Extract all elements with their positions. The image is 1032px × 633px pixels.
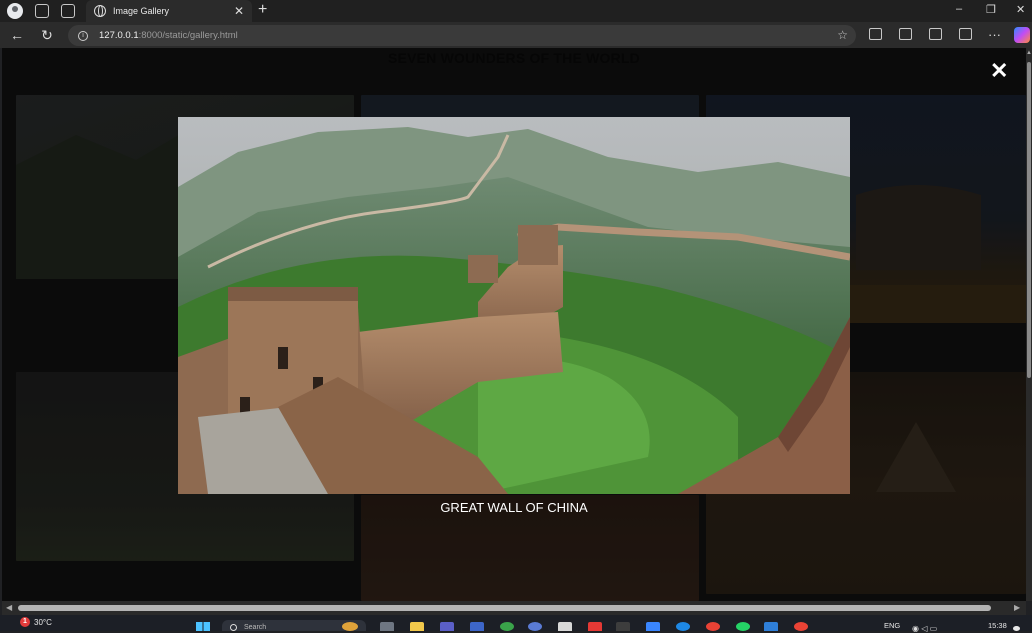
url-path: :8000/static/gallery.html [138,30,238,41]
windows-taskbar [0,615,1032,631]
extensions-icon[interactable] [959,28,972,40]
site-info-icon[interactable]: i [78,30,88,41]
file-explorer-icon[interactable] [410,622,424,631]
globe-icon [94,5,106,17]
scroll-up-arrow-icon[interactable]: ▲ [1026,50,1032,56]
favorite-star-icon[interactable]: ☆ [837,28,848,42]
share-icon[interactable] [929,28,942,40]
search-icon [230,624,237,631]
windows-start-icon[interactable] [196,622,210,631]
scroll-right-arrow-icon[interactable]: ▶ [1014,603,1020,612]
refresh-app-icon[interactable] [500,622,514,631]
tab-title: Image Gallery [113,6,170,16]
profile-avatar-icon[interactable] [7,3,23,19]
weather-alert-badge: 1 [20,617,30,627]
modal-close-button[interactable]: ✕ [990,60,1008,82]
terminal-icon[interactable] [616,622,630,631]
system-tray-icons[interactable]: ◉ ◁ ▭ [912,624,937,633]
whatsapp-icon[interactable] [736,622,750,631]
edge-icon[interactable] [676,622,690,631]
copilot-icon[interactable] [1014,27,1030,43]
youtube-icon[interactable] [588,622,602,631]
modal-image [178,117,850,494]
task-view-icon[interactable] [380,622,394,631]
chrome-icon[interactable] [706,622,720,631]
teams-icon[interactable] [440,622,454,631]
temperature: 30°C [34,617,52,627]
modal-caption: GREAT WALL OF CHINA [440,500,588,515]
address-bar[interactable]: i 127.0.0.1:8000/static/gallery.html ☆ [68,25,856,46]
tab-image-gallery[interactable]: Image Gallery ✕ [86,0,252,22]
teams-work-icon[interactable] [470,622,484,631]
more-menu-icon[interactable]: ··· [988,27,1001,42]
restore-button[interactable]: ❐ [986,3,996,16]
notification-icon[interactable] [1013,626,1020,631]
url-host: 127.0.0.1 [99,30,139,41]
refresh-icon[interactable]: ↻ [38,27,56,44]
clock[interactable]: 15:38 [988,621,1007,630]
weather-widget[interactable]: 1 30°C [20,617,52,627]
horizontal-scroll-thumb[interactable] [18,605,991,611]
tab-actions-icon[interactable] [61,4,75,18]
split-screen-icon[interactable] [899,28,912,40]
minimize-button[interactable]: – [956,3,962,15]
app-icon[interactable] [528,622,542,631]
vscode-blue-icon[interactable] [646,622,660,631]
window-close-button[interactable]: ✕ [1016,3,1025,16]
language-indicator[interactable]: ENG [884,621,900,630]
tab-close-icon[interactable]: ✕ [234,5,244,17]
favorites-icon[interactable] [869,28,882,40]
vscode-icon[interactable] [764,622,778,631]
scroll-left-arrow-icon[interactable]: ◀ [6,603,12,612]
chrome-profile-icon[interactable] [794,622,808,631]
bing-icon[interactable] [342,622,358,631]
page-viewport: SEVEN WOUNDERS OF THE WORLD ✕ GREAT WALL… [2,48,1026,601]
taskbar-search-placeholder: Search [244,624,267,631]
calendar-icon[interactable] [558,622,572,631]
vertical-scroll-thumb[interactable] [1027,62,1031,378]
workspaces-icon[interactable] [35,4,49,18]
back-arrow-icon[interactable]: ← [8,27,26,43]
new-tab-button[interactable]: + [258,2,267,18]
